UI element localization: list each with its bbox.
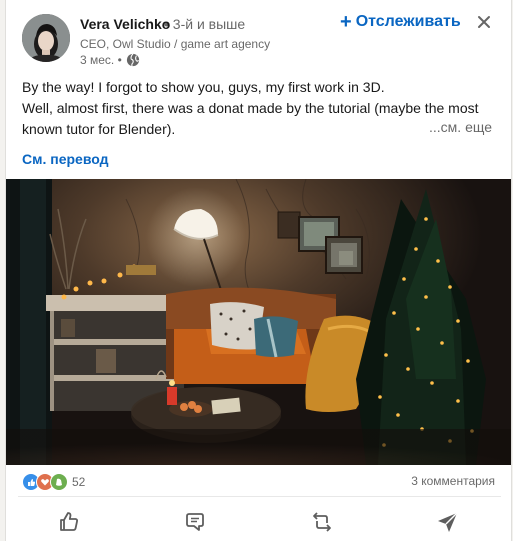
see-translation-link[interactable]: См. перевод: [22, 151, 109, 167]
post-text-line: known tutor for Blender).: [22, 121, 176, 137]
author-avatar[interactable]: [22, 14, 70, 62]
send-icon: [437, 512, 458, 532]
post-timestamp: 3 мес. •: [80, 53, 140, 67]
feed-post-card: Vera Velichko • 3-й и выше CEO, Owl Stud…: [5, 0, 512, 541]
see-more-link[interactable]: ...см. еще: [429, 119, 492, 135]
social-counts: 52 3 комментария: [6, 466, 511, 496]
like-icon: [60, 512, 79, 531]
post-text: By the way! I forgot to show you, guys, …: [22, 77, 498, 140]
post-text-line: Well, almost first, there was a donat ma…: [22, 100, 479, 116]
comments-count-link[interactable]: 3 комментария: [411, 474, 495, 488]
close-button[interactable]: [472, 10, 496, 34]
comment-icon: [186, 513, 205, 531]
like-button[interactable]: [6, 503, 132, 541]
post-actions-bar: [6, 503, 511, 541]
send-button[interactable]: [385, 503, 511, 541]
repost-icon: [312, 512, 331, 532]
avatar-photo: [22, 14, 70, 62]
post-image[interactable]: [6, 179, 511, 465]
globe-icon: [126, 53, 139, 67]
author-headline: CEO, Owl Studio / game art agency: [80, 37, 271, 51]
follow-button[interactable]: + Отслеживать: [336, 10, 465, 34]
follow-label: Отслеживать: [355, 13, 461, 30]
comment-button[interactable]: [132, 503, 258, 541]
post-text-line: By the way! I forgot to show you, guys, …: [22, 79, 385, 95]
author-name[interactable]: Vera Velichko: [80, 16, 170, 32]
post-header: Vera Velichko • 3-й и выше CEO, Owl Stud…: [6, 0, 511, 70]
room-render-image: [6, 179, 511, 465]
reaction-count: 52: [72, 475, 86, 489]
celebrate-reaction-icon: [50, 473, 68, 491]
repost-button[interactable]: [259, 503, 385, 541]
reactions-summary[interactable]: 52: [22, 473, 85, 491]
close-icon: [478, 16, 490, 28]
post-time-text: 3 мес. •: [80, 53, 122, 67]
plus-icon: +: [340, 11, 352, 33]
divider: [18, 496, 501, 497]
connection-degree: • 3-й и выше: [164, 16, 246, 32]
